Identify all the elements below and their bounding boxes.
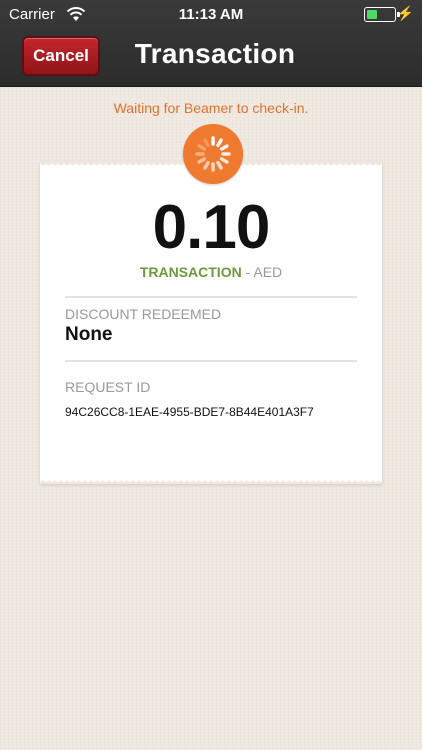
status-bar: Carrier 11:13 AM ⚡ bbox=[0, 0, 422, 30]
currency-label: - AED bbox=[245, 264, 283, 280]
waiting-message: Waiting for Beamer to check-in. bbox=[113, 100, 309, 116]
charging-icon: ⚡ bbox=[396, 5, 414, 21]
divider bbox=[65, 360, 357, 362]
battery-icon bbox=[364, 7, 400, 22]
transaction-label: TRANSACTION bbox=[139, 264, 242, 280]
status-time: 11:13 AM bbox=[178, 6, 244, 23]
request-id-value: 94C26CC8-1EAE-4955-BDE7-8B44E401A3F7 bbox=[65, 405, 314, 419]
divider bbox=[65, 296, 357, 298]
cancel-button[interactable]: Cancel bbox=[22, 36, 100, 76]
spinner-icon bbox=[183, 124, 243, 184]
transaction-amount: 0.10 bbox=[152, 193, 271, 262]
discount-value: None bbox=[65, 324, 113, 345]
receipt-card: 0.10 TRANSACTION - AED DISCOUNT REDEEMED… bbox=[40, 162, 382, 484]
page-title: Transaction bbox=[134, 38, 296, 69]
navigation-bar: Carrier 11:13 AM ⚡ Cancel Transaction bbox=[0, 0, 422, 87]
discount-label: DISCOUNT REDEEMED bbox=[65, 306, 222, 322]
transaction-currency-line: TRANSACTION - AED bbox=[40, 264, 382, 280]
request-id-label: REQUEST ID bbox=[65, 379, 151, 395]
